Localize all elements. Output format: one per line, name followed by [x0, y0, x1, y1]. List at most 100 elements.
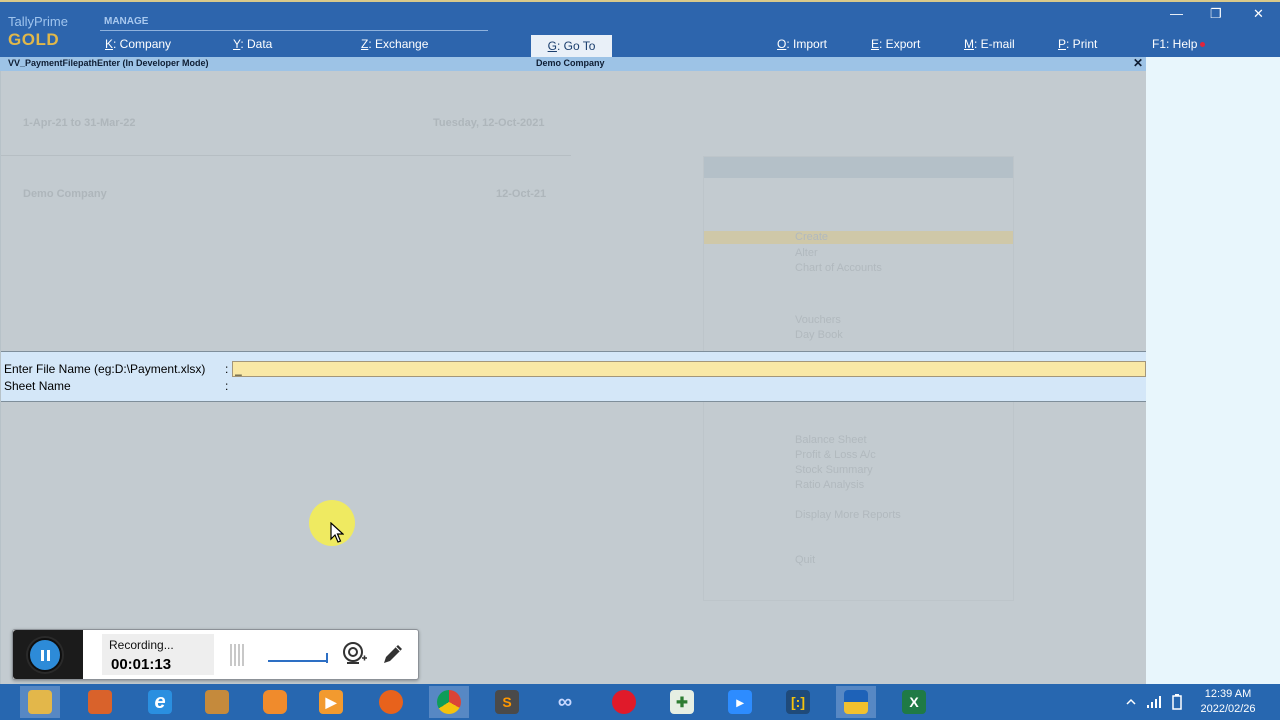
windows-taskbar: e ▶ S ∞ ✚ ▸ [:] X 12:39 AM 2022/02/26 [0, 684, 1280, 720]
recording-status-box: Recording... 00:01:13 [102, 634, 214, 675]
menu-help[interactable]: F1: Help [1152, 37, 1206, 51]
sheet-name-label: Sheet Name [4, 379, 71, 393]
uc-browser-icon [263, 690, 287, 714]
menu-goto-key: G [547, 39, 557, 53]
ghost-gateway-item: Profit & Loss A/c [795, 449, 876, 461]
taskbar-paint[interactable] [197, 686, 237, 718]
excel-icon: X [902, 690, 926, 714]
brand-logo: TallyPrime GOLD [8, 14, 68, 50]
ghost-company-name: Demo Company [23, 188, 107, 200]
menu-email-key: M [964, 37, 974, 51]
notepad-plus-icon: ✚ [670, 690, 694, 714]
pause-recording-button[interactable] [28, 638, 62, 672]
ghost-divider [1, 155, 571, 156]
menu-goto-label: : Go To [556, 39, 596, 53]
ghost-gateway-item: Chart of Accounts [795, 262, 882, 274]
pen-annotate-icon[interactable] [380, 641, 406, 667]
menu-data[interactable]: Y: Data [233, 37, 272, 51]
taskbar-chrome[interactable] [429, 686, 469, 718]
menu-export-label: : Export [879, 37, 921, 51]
taskbar-media-player[interactable]: ▶ [311, 686, 351, 718]
menu-email[interactable]: M: E-mail [964, 37, 1015, 51]
brand-tier: GOLD [8, 30, 60, 49]
brackets-icon: [:] [786, 690, 810, 714]
ghost-last-entry-date: 12-Oct-21 [496, 188, 547, 200]
taskbar-file-explorer[interactable] [20, 686, 60, 718]
menu-goto-button[interactable]: G: Go To [531, 35, 612, 57]
ghost-gateway-item: Quit [795, 554, 816, 566]
menu-company[interactable]: K: Company [105, 37, 171, 51]
menu-company-label: : Company [113, 37, 172, 51]
recording-elapsed-time: 00:01:13 [111, 656, 172, 673]
menu-import[interactable]: O: Import [777, 37, 827, 51]
network-icon[interactable] [1146, 695, 1162, 709]
notification-dot-icon [1200, 42, 1206, 48]
menu-email-label: : E-mail [974, 37, 1015, 51]
ghost-gateway-item: Day Book [795, 329, 843, 341]
sublime-text-icon: S [495, 690, 519, 714]
taskbar-sublime-text[interactable]: S [487, 686, 527, 718]
taskbar-brackets[interactable]: [:] [778, 686, 818, 718]
tray-chevron-icon[interactable] [1126, 698, 1136, 706]
taskbar-internet-explorer[interactable]: e [140, 686, 180, 718]
top-menu-bar: TallyPrime GOLD MANAGE K: Company Y: Dat… [0, 0, 1280, 57]
menu-help-key: F1 [1152, 37, 1167, 51]
ghost-gateway-item: Display More Reports [795, 509, 901, 521]
play-icon: ▶ [319, 690, 343, 714]
brand-name: TallyPrime [8, 14, 68, 29]
clock-time: 12:39 AM [1204, 688, 1252, 700]
report-close-icon[interactable]: ✕ [1133, 56, 1143, 70]
sheet-name-colon: : [225, 379, 229, 393]
taskbar-opera[interactable] [604, 686, 644, 718]
minimize-button[interactable]: — [1170, 6, 1183, 21]
file-name-label: Enter File Name (eg:D:\Payment.xlsx) [4, 362, 206, 376]
chrome-icon [437, 690, 461, 714]
manage-divider [100, 30, 488, 31]
tallyprime-icon [844, 690, 868, 714]
taskbar-firefox[interactable] [371, 686, 411, 718]
taskbar-infinity[interactable]: ∞ [545, 686, 585, 718]
restore-button[interactable]: ❐ [1210, 6, 1222, 22]
ghost-gateway-item: Balance Sheet [795, 434, 867, 446]
folder-icon [28, 690, 52, 714]
ghost-gateway-item: Create [795, 231, 829, 243]
ghost-period: 1-Apr-21 to 31-Mar-22 [23, 117, 136, 129]
opera-icon [612, 690, 636, 714]
paint-icon [205, 690, 229, 714]
ghost-gateway-item: Vouchers [795, 314, 841, 326]
ghost-gateway-highlight [704, 231, 1013, 244]
menu-exchange[interactable]: Z: Exchange [361, 37, 428, 51]
menu-help-label: : Help [1166, 37, 1198, 51]
menu-import-key: O [777, 37, 787, 51]
volume-slider[interactable] [268, 650, 330, 664]
taskbar-clock[interactable]: 12:39 AM 2022/02/26 [1196, 687, 1260, 717]
menu-print[interactable]: P: Print [1058, 37, 1097, 51]
menu-export[interactable]: E: Export [871, 37, 920, 51]
recorder-control-area [13, 630, 83, 679]
file-path-input-panel: Enter File Name (eg:D:\Payment.xlsx) : S… [1, 351, 1146, 402]
menu-data-label: : Data [240, 37, 273, 51]
taskbar-notepad-plus[interactable]: ✚ [662, 686, 702, 718]
file-name-colon: : [225, 362, 229, 376]
zoom-icon: ▸ [728, 690, 752, 714]
taskbar-tallyprime[interactable] [836, 686, 876, 718]
ghost-gateway-item: Ratio Analysis [795, 479, 865, 491]
taskbar-zoom[interactable]: ▸ [720, 686, 760, 718]
taskbar-excel[interactable]: X [894, 686, 934, 718]
file-name-input[interactable] [232, 361, 1146, 377]
ghost-gateway-item: Alter [795, 247, 818, 259]
clock-date: 2022/02/26 [1200, 703, 1256, 715]
store-icon [88, 690, 112, 714]
taskbar-uc-browser[interactable] [255, 686, 295, 718]
taskbar-store[interactable] [80, 686, 120, 718]
webcam-icon[interactable] [342, 641, 368, 667]
battery-icon[interactable] [1170, 694, 1184, 710]
mouse-pointer-icon [330, 522, 344, 543]
menu-exchange-label: : Exchange [368, 37, 429, 51]
window-close-button[interactable]: ✕ [1253, 6, 1264, 22]
report-name: VV_PaymentFilepathEnter (In Developer Mo… [8, 58, 209, 68]
menu-export-key: E [871, 37, 880, 51]
right-button-pane [1146, 57, 1280, 684]
recording-status: Recording... [109, 638, 174, 652]
ghost-current-date: Tuesday, 12-Oct-2021 [433, 117, 545, 129]
